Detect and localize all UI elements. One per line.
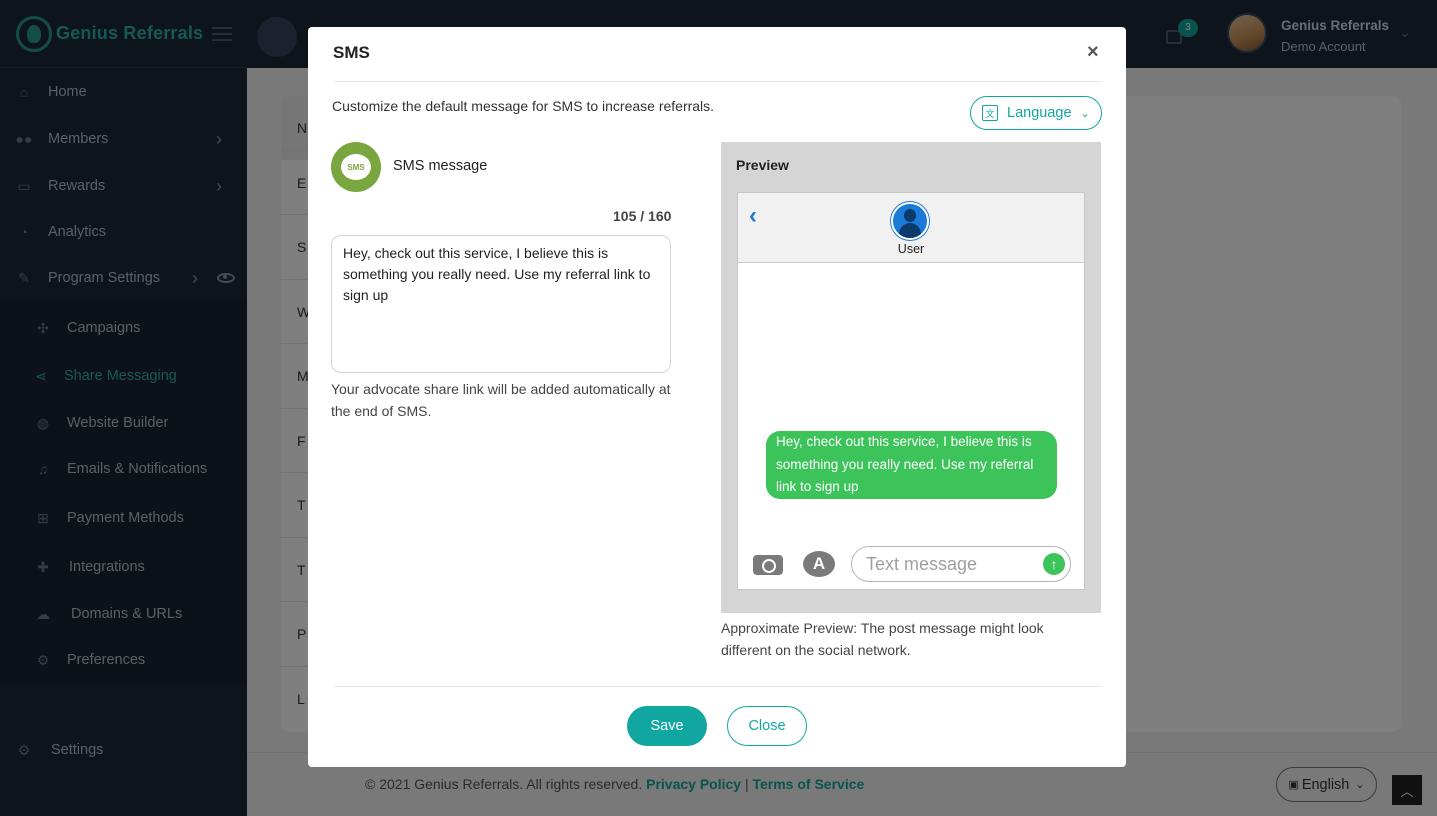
translate-icon: 文 <box>982 105 998 121</box>
preview-text-input: Text message ↑ <box>851 546 1071 582</box>
preview-panel: Preview ‹ User Hey, check out this servi… <box>721 142 1101 613</box>
character-counter: 105 / 160 <box>613 208 672 224</box>
app-store-icon: A <box>803 551 835 577</box>
modal-intro: Customize the default message for SMS to… <box>332 98 715 114</box>
sms-preview-bubble: Hey, check out this service, I believe t… <box>766 431 1057 499</box>
camera-icon <box>753 555 783 575</box>
preview-input-placeholder: Text message <box>866 554 978 574</box>
send-arrow-icon: ↑ <box>1043 553 1065 575</box>
sms-icon-text: SMS <box>341 154 371 180</box>
user-icon <box>891 202 929 240</box>
close-icon[interactable]: × <box>1087 41 1099 64</box>
modal-title: SMS <box>333 43 370 62</box>
close-button[interactable]: Close <box>727 706 807 746</box>
preview-user-label: User <box>897 242 925 256</box>
approximate-preview-note: Approximate Preview: The post message mi… <box>721 620 1044 658</box>
sms-icon: SMS <box>331 142 381 192</box>
sms-modal: SMS × Customize the default message for … <box>308 27 1126 767</box>
phone-preview: ‹ User Hey, check out this service, I be… <box>737 192 1085 590</box>
divider <box>333 81 1102 82</box>
save-button[interactable]: Save <box>627 706 707 746</box>
chevron-left-icon: ‹ <box>749 202 757 229</box>
sms-message-label: SMS message <box>393 158 488 174</box>
phone-header: ‹ User <box>738 193 1084 263</box>
share-link-helper: Your advocate share link will be added a… <box>331 381 671 419</box>
sms-message-textarea[interactable]: Hey, check out this service, I believe t… <box>331 235 671 373</box>
preview-title: Preview <box>736 157 789 173</box>
language-button[interactable]: 文 Language ⌄ <box>970 96 1102 130</box>
language-button-label: Language <box>1007 105 1072 121</box>
chevron-down-icon: ⌄ <box>1080 107 1090 120</box>
divider <box>333 686 1102 687</box>
